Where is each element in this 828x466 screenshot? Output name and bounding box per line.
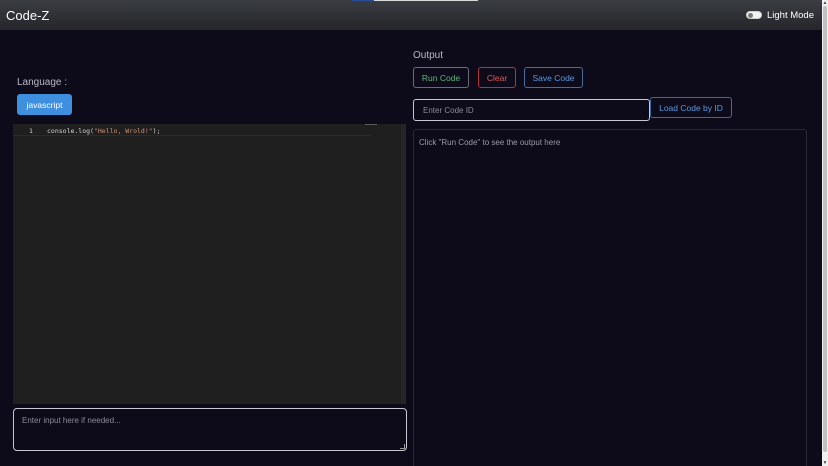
scrollbar-thumb[interactable] (823, 6, 827, 452)
scroll-down-arrow-icon[interactable]: ▼ (822, 460, 828, 466)
top-indicator (374, 0, 478, 1)
save-code-button[interactable]: Save Code (524, 67, 583, 88)
language-select-button[interactable]: javascript (17, 94, 72, 115)
run-code-button[interactable]: Run Code (413, 67, 469, 88)
load-code-button[interactable]: Load Code by ID (650, 97, 732, 118)
code-token-end: ); (152, 127, 161, 135)
top-indicator-accent (352, 0, 374, 1)
line-number: 1 (29, 127, 33, 135)
language-label: Language : (17, 77, 68, 88)
navbar: Code-Z Light Mode (0, 0, 822, 30)
brand-title[interactable]: Code-Z (6, 8, 49, 23)
code-id-input[interactable] (413, 99, 650, 121)
code-token-string: "Hello, Wrold!" (93, 127, 153, 135)
code-token-call: console.log( (47, 127, 94, 135)
theme-toggle-label: Light Mode (766, 9, 814, 21)
output-title: Output (413, 50, 444, 61)
stdin-input[interactable] (13, 408, 407, 451)
code-line[interactable]: console.log("Hello, Wrold!"); (47, 126, 161, 136)
output-placeholder-text: Click "Run Code" to see the output here (419, 138, 561, 147)
resize-grip-icon[interactable] (400, 444, 405, 449)
theme-toggle[interactable]: Light Mode (745, 9, 814, 21)
page-scrollbar[interactable]: ▲ ▼ (822, 0, 828, 466)
output-panel: Click "Run Code" to see the output here (413, 129, 807, 466)
code-editor[interactable]: 1 console.log("Hello, Wrold!"); (13, 124, 406, 404)
clear-button[interactable]: Clear (478, 67, 516, 88)
minimap-marker (365, 124, 377, 125)
toggle-knob (747, 13, 753, 18)
toggle-switch-icon[interactable] (745, 11, 762, 19)
